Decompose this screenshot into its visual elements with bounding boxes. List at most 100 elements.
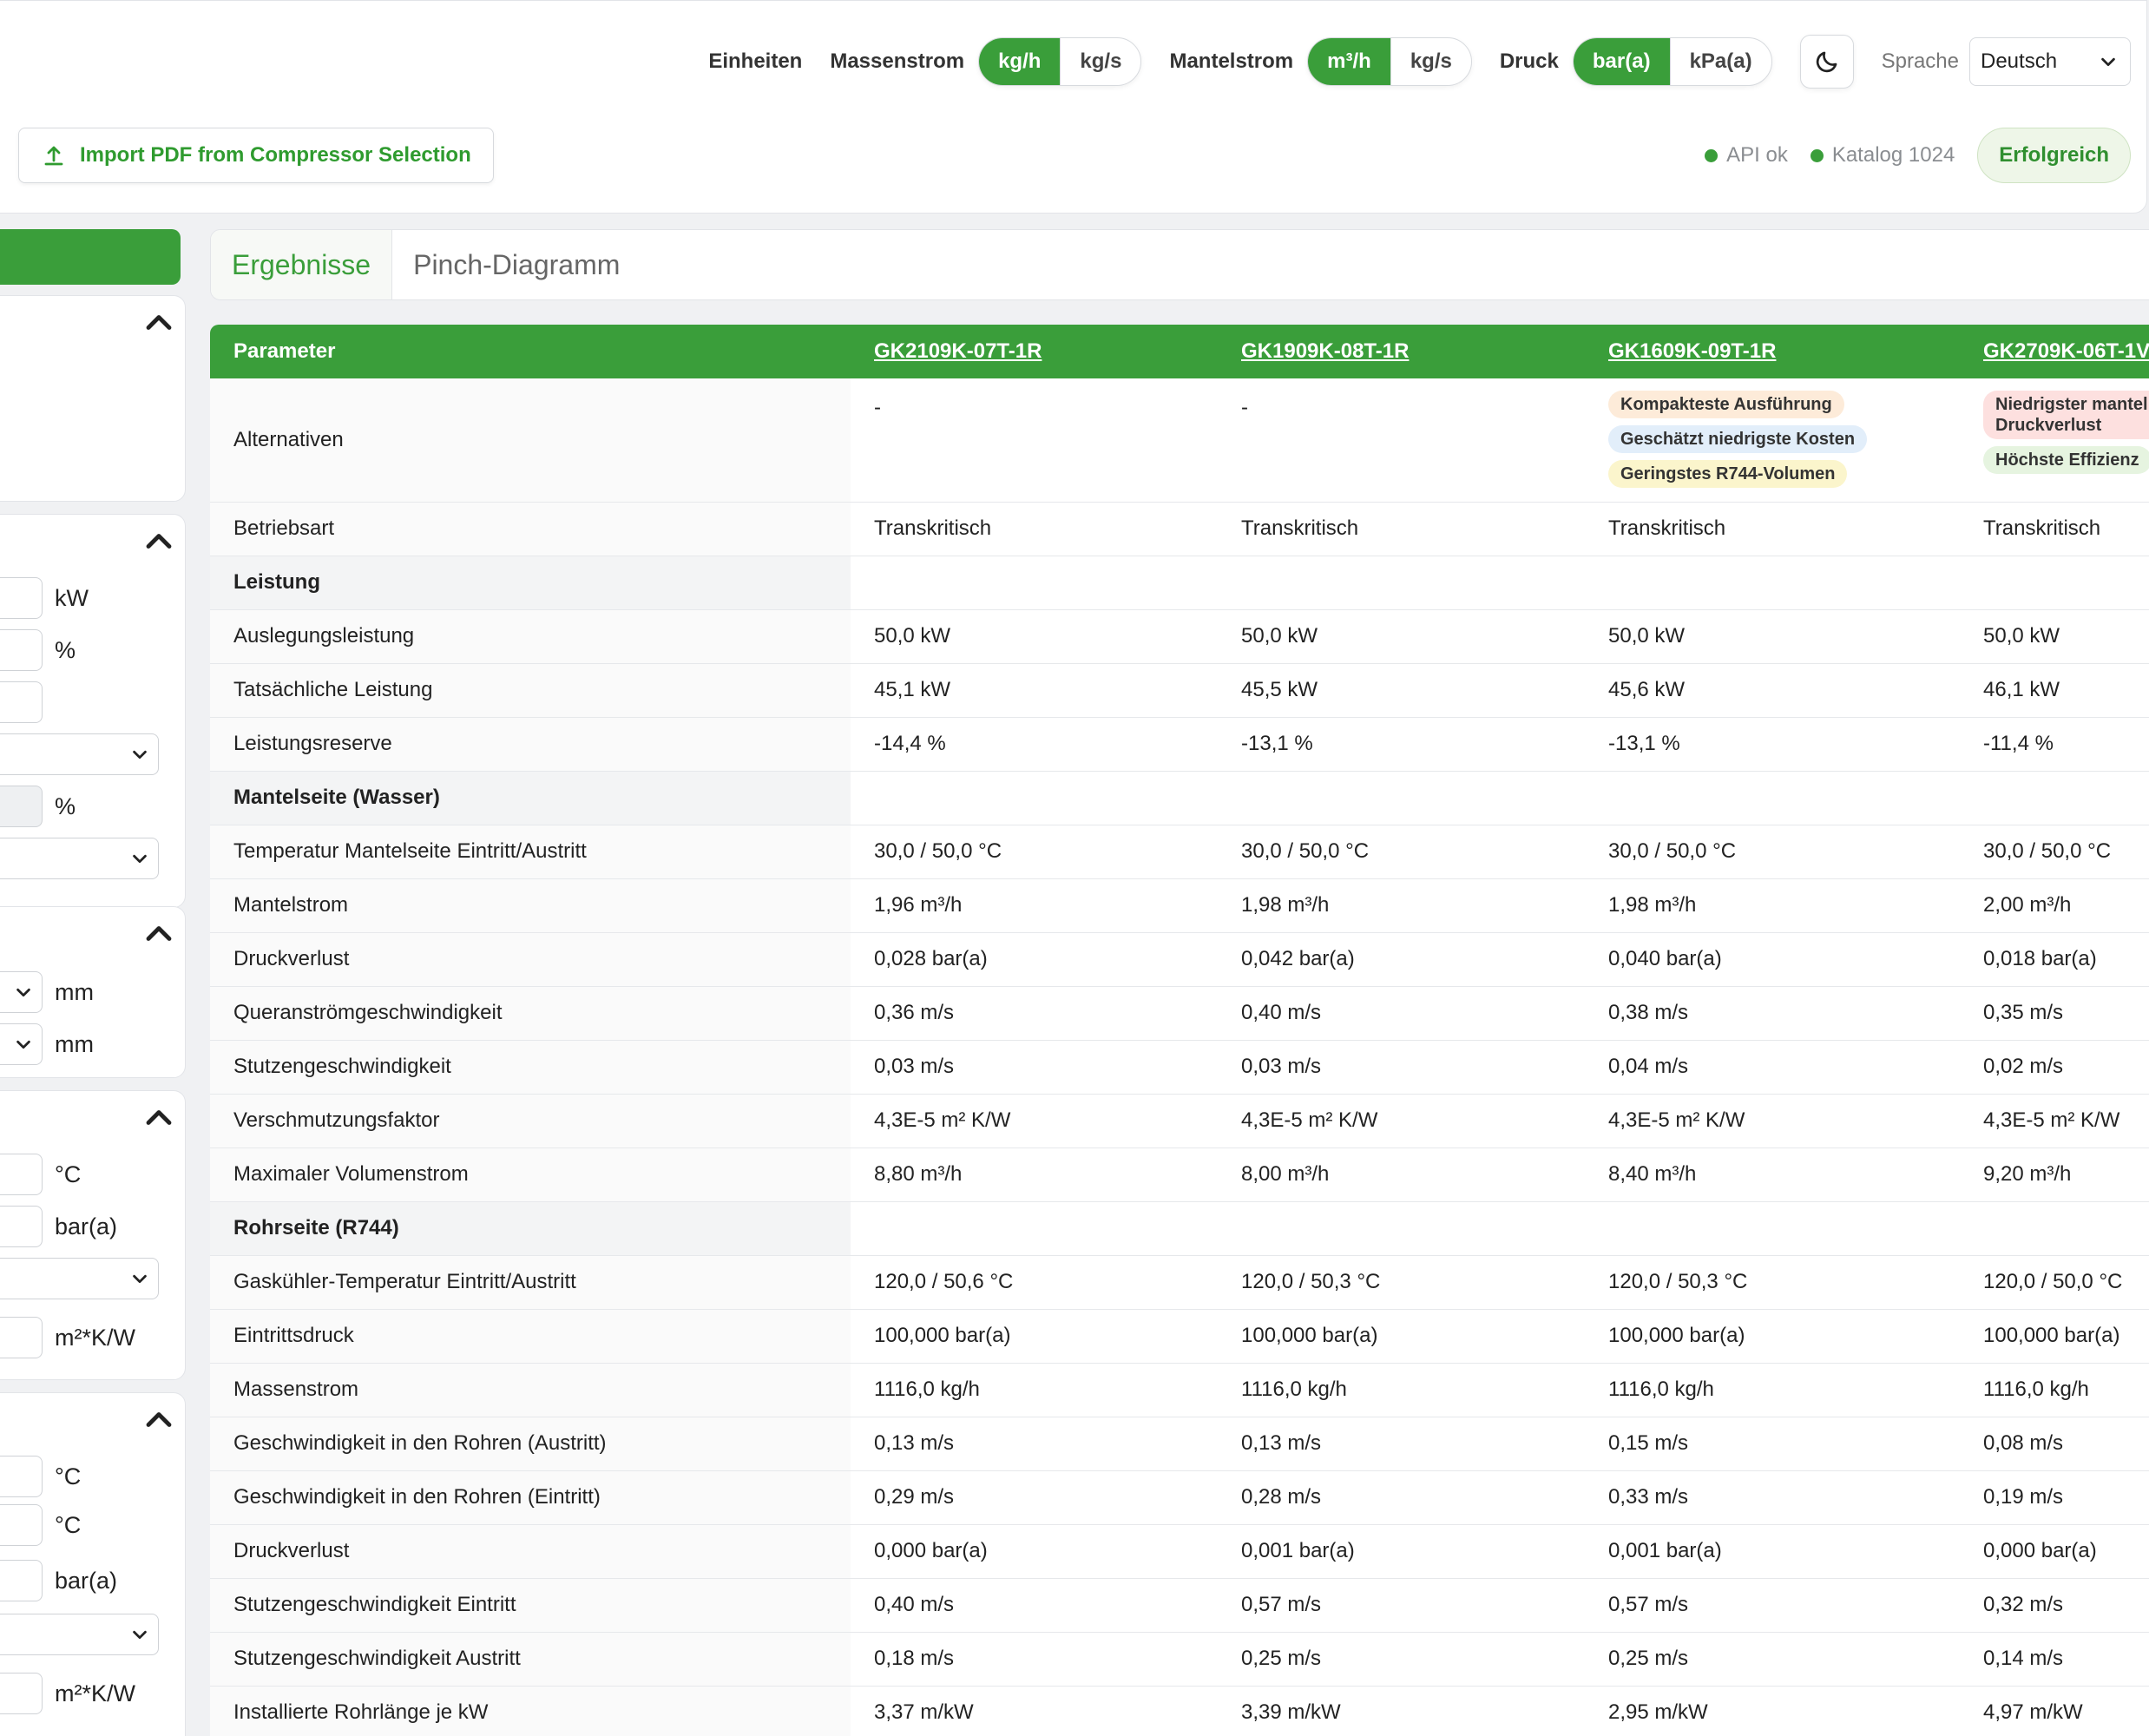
value-cell: 0,040 bar(a) — [1608, 947, 1722, 970]
alternatives-cell: - — [1241, 396, 1248, 419]
value-cell: 0,000 bar(a) — [874, 1539, 988, 1562]
value-cell: 0,028 bar(a) — [874, 947, 988, 970]
sidebar-panel-3: mm mm — [0, 906, 186, 1078]
dimension-select[interactable] — [0, 971, 43, 1013]
model-link[interactable]: GK1909K-08T-1R — [1241, 339, 1409, 363]
results-table-container[interactable]: Parameter GK2109K-07T-1R GK1909K-08T-1R … — [210, 325, 2149, 1736]
tab-results[interactable]: Ergebnisse — [211, 230, 393, 299]
dimension-select[interactable] — [0, 1023, 43, 1065]
value-cell: 100,000 bar(a) — [1983, 1324, 2120, 1347]
reserve-input[interactable] — [0, 629, 43, 671]
theme-toggle-button[interactable] — [1799, 35, 1854, 89]
dropdown-select[interactable] — [0, 733, 159, 775]
moon-icon — [1816, 51, 1837, 73]
value-cell: Transkritisch — [1608, 516, 1726, 540]
collapse-chevron-up-icon[interactable] — [143, 308, 174, 334]
value-cell: 4,3E-5 m² K/W — [1241, 1108, 1378, 1132]
section-heading: Rohrseite (R744) — [210, 1201, 851, 1255]
row-label: Queranströmgeschwindigkeit — [210, 986, 851, 1040]
table-row: Betriebsart Transkritisch Transkritisch Tra… — [210, 502, 2149, 556]
upload-icon — [44, 146, 63, 166]
value-cell: 50,0 kW — [874, 624, 951, 648]
unit-label: mm — [55, 1030, 94, 1057]
model-link[interactable]: GK2709K-06T-1V — [1983, 339, 2149, 363]
table-row: Tatsächliche Leistung 45,1 kW 45,5 kW 45,6 … — [210, 663, 2149, 717]
language-select[interactable]: Deutsch — [1969, 37, 2131, 86]
capacity-input[interactable] — [0, 577, 43, 619]
row-label: Tatsächliche Leistung — [210, 663, 851, 717]
value-cell: 100,000 bar(a) — [1608, 1324, 1745, 1347]
table-row: Geschwindigkeit in den Rohren (Austritt)… — [210, 1417, 2149, 1470]
model-link[interactable]: GK1609K-09T-1R — [1608, 339, 1776, 363]
value-cell: 0,018 bar(a) — [1983, 947, 2097, 970]
collapse-chevron-up-icon[interactable] — [143, 527, 174, 553]
table-row: Druckverlust 0,028 bar(a) 0,042 bar(a) 0,04… — [210, 932, 2149, 986]
temperature-input[interactable] — [0, 1154, 43, 1195]
value-cell: 0,13 m/s — [874, 1431, 955, 1455]
alternative-badge: Geschätzt niedrigste Kosten — [1608, 425, 1868, 453]
section-heading: Leistung — [210, 556, 851, 609]
temperature-input[interactable] — [0, 1456, 43, 1497]
value-cell: 30,0 / 50,0 °C — [874, 839, 1002, 863]
model-column-header: GK1609K-09T-1R — [1585, 325, 1960, 378]
value-cell: 3,37 m/kW — [874, 1700, 974, 1724]
row-label: Verschmutzungsfaktor — [210, 1094, 851, 1147]
mass-flow-kgs-option[interactable]: kg/s — [1060, 38, 1140, 85]
pressure-input[interactable] — [0, 1560, 43, 1601]
fouling-input[interactable] — [0, 1317, 43, 1358]
shell-flow-m3h-option[interactable]: m³/h — [1308, 38, 1390, 85]
value-cell: 120,0 / 50,6 °C — [874, 1270, 1014, 1293]
table-row: Stutzengeschwindigkeit Austritt 0,18 m/s 0… — [210, 1632, 2149, 1686]
chevron-down-icon — [133, 854, 147, 864]
collapse-chevron-up-icon[interactable] — [143, 1103, 174, 1129]
row-label: Massenstrom — [210, 1363, 851, 1417]
row-label: Stutzengeschwindigkeit Austritt — [210, 1632, 851, 1686]
table-row-alternatives: Alternativen - - Kompakteste Ausführung … — [210, 378, 2149, 502]
collapse-chevron-up-icon[interactable] — [143, 919, 174, 945]
value-cell: 4,97 m/kW — [1983, 1700, 2083, 1724]
pressure-toggle: bar(a) kPa(a) — [1572, 37, 1772, 86]
value-cell: 1116,0 kg/h — [1608, 1378, 1714, 1401]
value-cell: 120,0 / 50,3 °C — [1241, 1270, 1381, 1293]
dropdown-select[interactable] — [0, 838, 159, 879]
tab-pinch-diagram[interactable]: Pinch-Diagramm — [392, 230, 641, 299]
row-label: Temperatur Mantelseite Eintritt/Austritt — [210, 825, 851, 878]
pressure-bar-option[interactable]: bar(a) — [1573, 38, 1670, 85]
collapse-chevron-up-icon[interactable] — [143, 1405, 174, 1431]
row-label: Leistungsreserve — [210, 717, 851, 771]
pressure-input[interactable] — [0, 1206, 43, 1247]
model-link[interactable]: GK2109K-07T-1R — [874, 339, 1042, 363]
value-cell: 50,0 kW — [1241, 624, 1318, 648]
sidebar-primary-button[interactable] — [0, 229, 181, 285]
value-cell: 100,000 bar(a) — [1241, 1324, 1378, 1347]
table-header-row: Parameter GK2109K-07T-1R GK1909K-08T-1R … — [210, 325, 2149, 378]
top-header: Einheiten Massenstrom kg/h kg/s Mantelst… — [0, 0, 2147, 214]
dropdown-select[interactable] — [0, 1258, 159, 1299]
readonly-percent-field — [0, 786, 43, 827]
shell-flow-kgs-option[interactable]: kg/s — [1390, 38, 1471, 85]
chevron-down-icon — [16, 988, 30, 997]
parameter-column-header: Parameter — [233, 339, 336, 363]
pressure-kpa-option[interactable]: kPa(a) — [1669, 38, 1771, 85]
table-row: Druckverlust 0,000 bar(a) 0,001 bar(a) 0,00… — [210, 1524, 2149, 1578]
value-cell: 0,13 m/s — [1241, 1431, 1322, 1455]
success-status-badge: Erfolgreich — [1977, 128, 2131, 183]
api-status-text: API ok — [1726, 143, 1788, 167]
value-cell: Transkritisch — [1983, 516, 2101, 540]
value-cell: 120,0 / 50,0 °C — [1983, 1270, 2123, 1293]
alternatives-cell: - — [874, 396, 881, 419]
table-row: Gaskühler-Temperatur Eintritt/Austritt 12… — [210, 1255, 2149, 1309]
value-cell: 45,1 kW — [874, 678, 951, 701]
text-input[interactable] — [0, 681, 43, 723]
value-cell: 8,40 m³/h — [1608, 1162, 1697, 1186]
dropdown-select[interactable] — [0, 1614, 159, 1655]
mass-flow-kgh-option[interactable]: kg/h — [979, 38, 1061, 85]
import-pdf-button[interactable]: Import PDF from Compressor Selection — [18, 128, 494, 183]
fouling-input[interactable] — [0, 1673, 43, 1714]
value-cell: 4,3E-5 m² K/W — [1608, 1108, 1745, 1132]
table-row: Maximaler Volumenstrom 8,80 m³/h 8,00 m³/h… — [210, 1147, 2149, 1201]
value-cell: 0,29 m/s — [874, 1485, 955, 1509]
table-row: Eintrittsdruck 100,000 bar(a) 100,000 bar(… — [210, 1309, 2149, 1363]
unit-label: mm — [55, 978, 94, 1005]
temperature-input[interactable] — [0, 1504, 43, 1546]
